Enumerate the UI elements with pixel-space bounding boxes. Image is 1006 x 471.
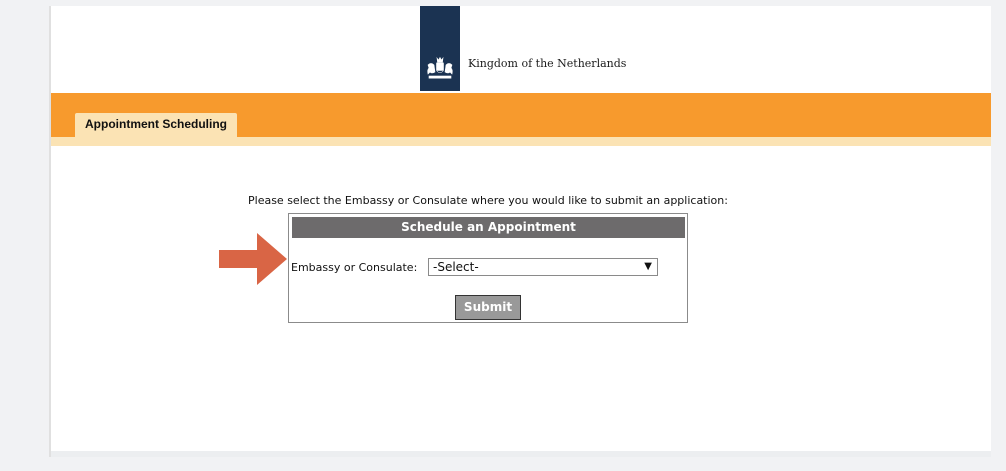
embassy-field-label: Embassy or Consulate: — [291, 261, 418, 274]
submit-button[interactable]: Submit — [455, 295, 521, 320]
embassy-select-value: -Select- — [433, 260, 479, 274]
instruction-text: Please select the Embassy or Consulate w… — [248, 194, 728, 207]
chevron-down-icon: ▼ — [644, 261, 652, 272]
embassy-select[interactable]: -Select- ▼ — [428, 258, 658, 276]
arrow-right-icon — [219, 233, 287, 285]
brand-name: Kingdom of the Netherlands — [468, 57, 627, 70]
page-bottom-shadow — [51, 451, 991, 457]
navigation-bar-underline — [51, 137, 991, 146]
appointment-form: Schedule an Appointment Embassy or Consu… — [288, 213, 688, 323]
logo — [420, 6, 460, 91]
form-title: Schedule an Appointment — [292, 217, 685, 238]
tab-appointment-scheduling[interactable]: Appointment Scheduling — [75, 113, 237, 137]
royal-crest-icon — [427, 56, 453, 79]
